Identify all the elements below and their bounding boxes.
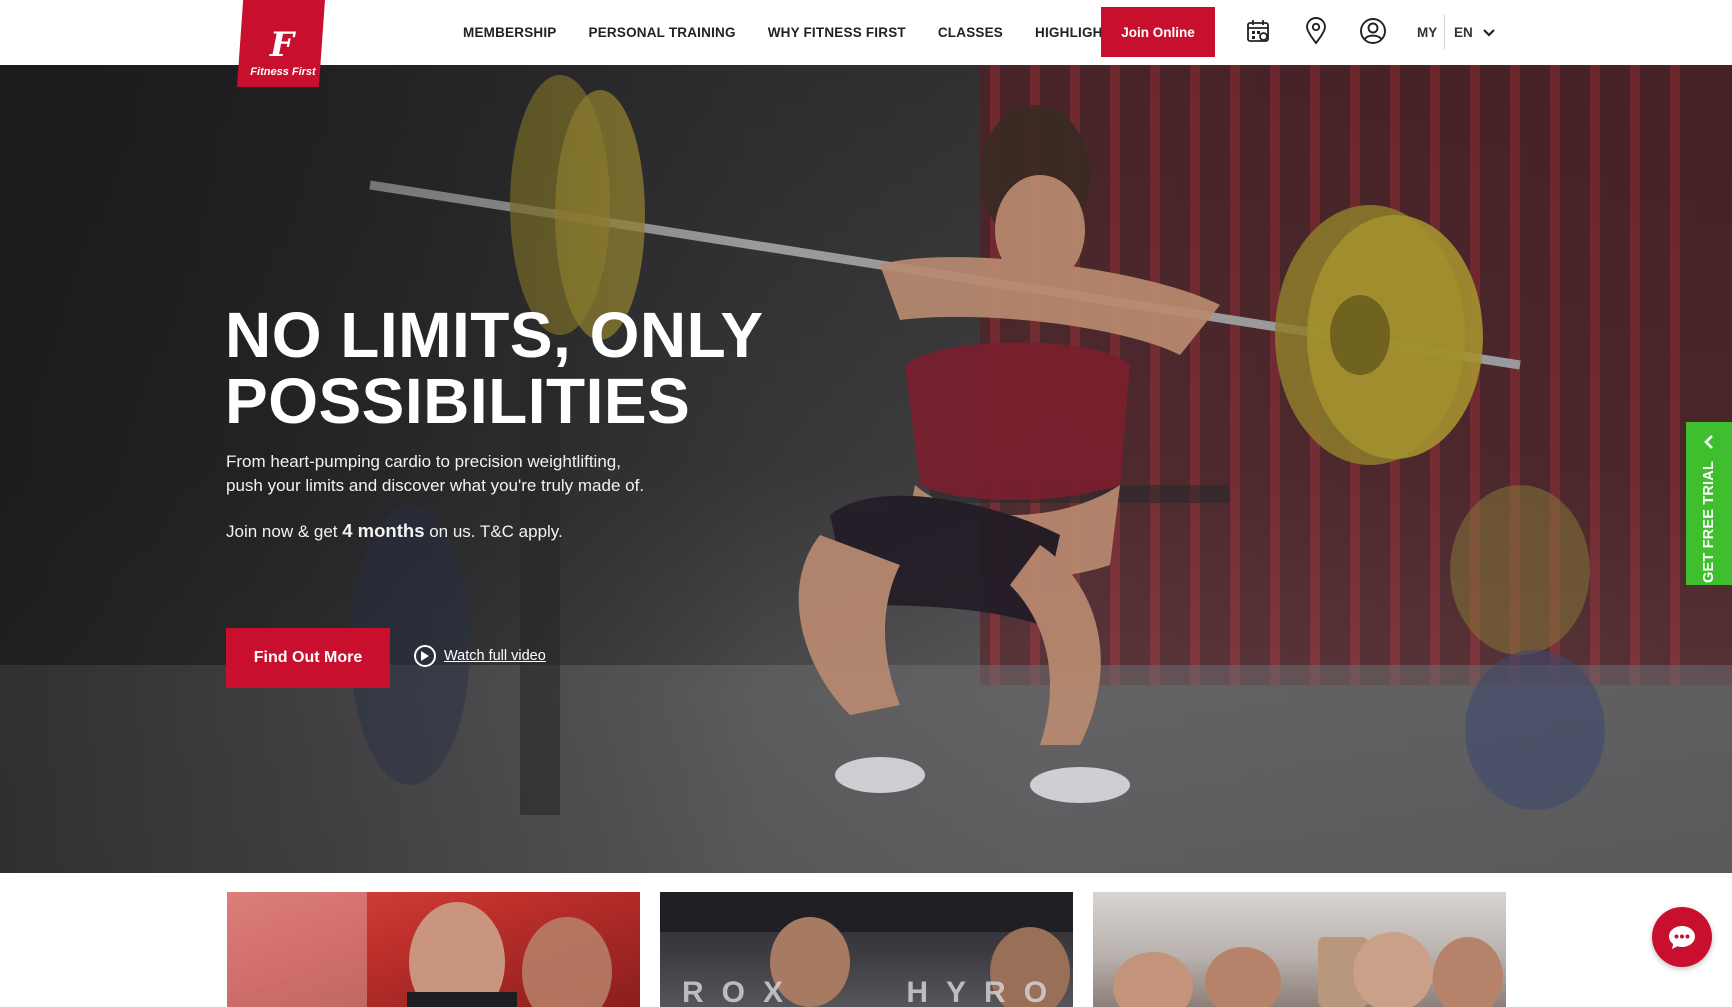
hero-title-line-1: NO LIMITS, ONLY bbox=[225, 299, 764, 371]
nav-item-personal-training[interactable]: PERSONAL TRAINING bbox=[589, 25, 736, 40]
language-divider bbox=[1444, 15, 1445, 49]
chevron-left-icon bbox=[1701, 434, 1717, 450]
main-nav: MEMBERSHIP PERSONAL TRAINING WHY FITNESS… bbox=[463, 0, 1152, 65]
play-icon bbox=[414, 645, 436, 667]
language-label: EN bbox=[1454, 25, 1473, 40]
promo-card-3-image bbox=[1113, 932, 1503, 1007]
logo-mark: F bbox=[269, 25, 294, 65]
user-account-icon[interactable] bbox=[1358, 16, 1388, 46]
promo-card-2-overlay-text: ROX HYRO bbox=[682, 976, 1066, 1007]
free-trial-label: GET FREE TRIAL bbox=[1701, 460, 1717, 584]
location-pin-icon[interactable] bbox=[1301, 16, 1331, 46]
site-header: F Fitness First MEMBERSHIP PERSONAL TRAI… bbox=[0, 0, 1732, 87]
hero-description-line-1: From heart-pumping cardio to precision w… bbox=[226, 452, 621, 471]
country-selector[interactable]: MY bbox=[1417, 0, 1437, 65]
hero-title-line-2: POSSIBILITIES bbox=[225, 365, 691, 437]
free-trial-tab[interactable]: GET FREE TRIAL bbox=[1686, 422, 1732, 585]
nav-item-why-fitness-first[interactable]: WHY FITNESS FIRST bbox=[768, 25, 906, 40]
nav-item-classes[interactable]: CLASSES bbox=[938, 25, 1003, 40]
hero-description-line-2: push your limits and discover what you'r… bbox=[226, 476, 645, 495]
hero-banner: NO LIMITS, ONLY POSSIBILITIES From heart… bbox=[0, 65, 1732, 873]
watch-video-label: Watch full video bbox=[444, 648, 546, 664]
nav-item-membership[interactable]: MEMBERSHIP bbox=[463, 25, 557, 40]
offer-suffix: on us. T&C apply. bbox=[424, 522, 563, 541]
promo-card-1-image bbox=[227, 892, 612, 1007]
offer-prefix: Join now & get bbox=[226, 522, 343, 541]
language-selector[interactable]: EN bbox=[1454, 0, 1495, 65]
hero-offer: Join now & get 4 months on us. T&C apply… bbox=[226, 520, 563, 542]
chat-bubble-icon bbox=[1668, 924, 1696, 950]
chevron-down-icon bbox=[1482, 28, 1495, 37]
offer-highlight: 4 months bbox=[342, 520, 425, 541]
watch-video-link[interactable]: Watch full video bbox=[414, 645, 546, 667]
hero-description: From heart-pumping cardio to precision w… bbox=[226, 450, 646, 498]
chat-button[interactable] bbox=[1652, 907, 1712, 967]
fitness-first-logo[interactable]: F Fitness First bbox=[237, 0, 325, 87]
join-online-button[interactable]: Join Online bbox=[1101, 7, 1215, 57]
hero-title: NO LIMITS, ONLY POSSIBILITIES bbox=[225, 302, 845, 434]
promo-card-1[interactable] bbox=[227, 892, 640, 1007]
promo-card-3[interactable] bbox=[1093, 892, 1506, 1007]
calendar-icon[interactable] bbox=[1243, 16, 1273, 46]
logo-wordmark: Fitness First bbox=[250, 66, 316, 78]
promo-card-2[interactable]: ROX HYRO bbox=[660, 892, 1073, 1007]
find-out-more-button[interactable]: Find Out More bbox=[226, 628, 390, 688]
